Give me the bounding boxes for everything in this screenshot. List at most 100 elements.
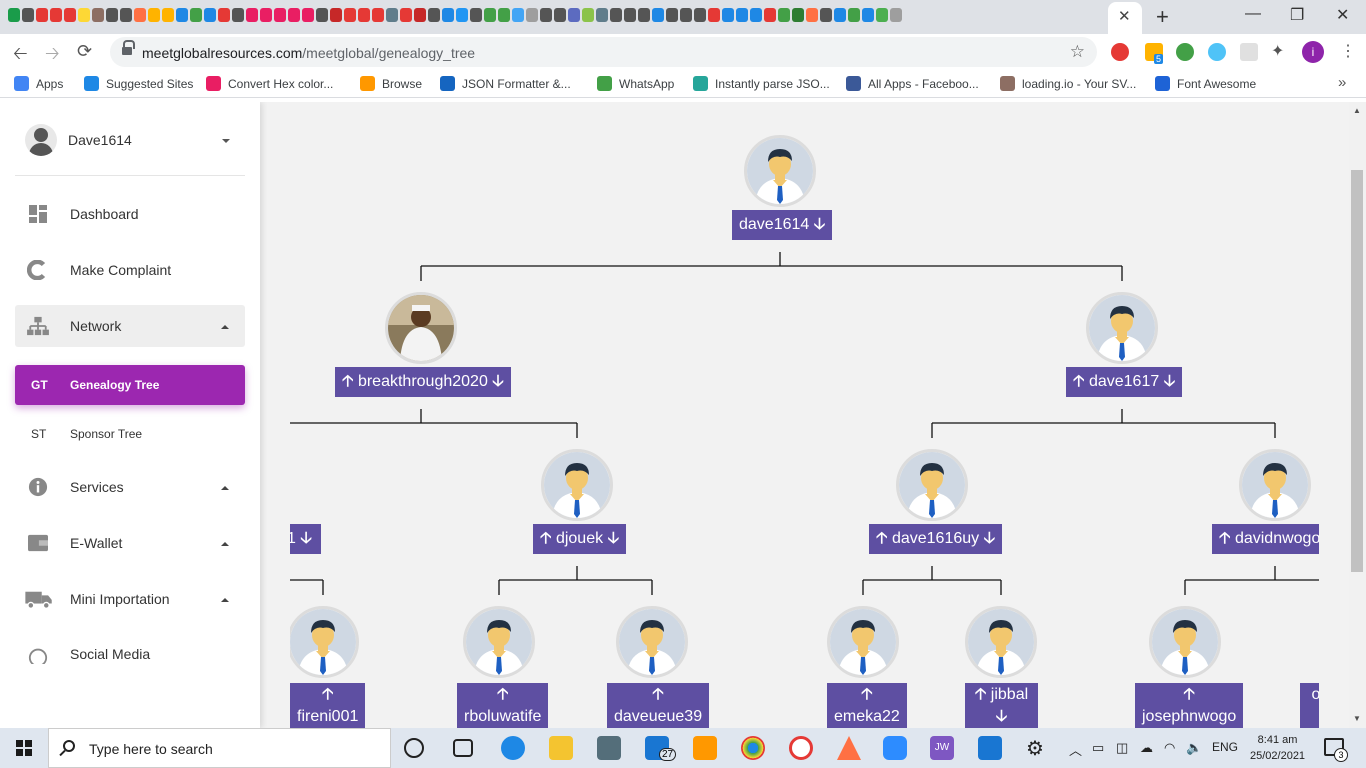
url-text[interactable]: meetglobalresources.com/meetglobal/genea… bbox=[142, 45, 475, 61]
member-node-label[interactable]: 🡡 rboluwatife bbox=[457, 683, 549, 728]
tab-favicon[interactable] bbox=[36, 8, 48, 22]
member-avatar[interactable] bbox=[896, 449, 968, 521]
bookmark-item[interactable]: Apps bbox=[14, 76, 63, 91]
member-node-label[interactable]: 🡡 davidnwogo bbox=[1212, 524, 1319, 554]
member-node-label[interactable]: 🡡 josephnwogo bbox=[1135, 683, 1244, 728]
arrow-up-icon[interactable]: 🡡 bbox=[652, 686, 664, 703]
tab-favicon[interactable] bbox=[8, 8, 20, 22]
tab-favicon[interactable] bbox=[582, 8, 594, 22]
tab-favicon[interactable] bbox=[666, 8, 678, 22]
member-avatar[interactable] bbox=[616, 606, 688, 678]
bookmark-item[interactable]: WhatsApp bbox=[597, 76, 674, 91]
tab-favicon[interactable] bbox=[120, 8, 132, 22]
tab-favicon[interactable] bbox=[22, 8, 34, 22]
member-node-label[interactable]: 🡡 daveueue39 bbox=[607, 683, 710, 728]
member-node-label[interactable]: 🡡 breakthrough2020 🡣 bbox=[335, 367, 511, 397]
arrow-up-icon[interactable]: 🡡 bbox=[1219, 530, 1231, 547]
arrow-down-icon[interactable]: 🡣 bbox=[984, 530, 996, 547]
new-tab-button[interactable]: + bbox=[1156, 4, 1169, 30]
tab-favicon[interactable] bbox=[442, 8, 454, 22]
bookmark-item[interactable]: Browse bbox=[360, 76, 422, 91]
tab-favicon[interactable] bbox=[624, 8, 636, 22]
tab-favicon[interactable] bbox=[316, 8, 328, 22]
member-avatar[interactable] bbox=[1239, 449, 1311, 521]
battery-icon[interactable]: ▭ bbox=[1092, 740, 1104, 756]
sidebar-item-network[interactable]: Network bbox=[15, 305, 245, 347]
chevron-up-icon[interactable]: ︿ bbox=[1069, 740, 1082, 759]
onedrive-icon[interactable]: ☁ bbox=[1140, 740, 1153, 756]
tab-favicon[interactable] bbox=[694, 8, 706, 22]
arrow-down-icon[interactable]: 🡣 bbox=[996, 708, 1008, 725]
arrow-down-icon[interactable]: 🡣 bbox=[608, 530, 620, 547]
tab-favicon[interactable] bbox=[764, 8, 776, 22]
sidebar-item-services[interactable]: Services bbox=[15, 466, 245, 508]
arrow-down-icon[interactable]: 🡣 bbox=[1164, 373, 1176, 390]
file-explorer-icon[interactable] bbox=[549, 736, 573, 760]
sidebar-item-e-wallet[interactable]: E-Wallet bbox=[15, 522, 245, 564]
language-indicator[interactable]: ENG bbox=[1212, 740, 1238, 754]
tab-favicon[interactable] bbox=[708, 8, 720, 22]
sidebar-item-mini-importation[interactable]: Mini Importation bbox=[15, 578, 245, 620]
member-avatar[interactable] bbox=[541, 449, 613, 521]
member-avatar[interactable] bbox=[1086, 292, 1158, 364]
wps-icon[interactable] bbox=[978, 736, 1002, 760]
tab-favicon[interactable] bbox=[386, 8, 398, 22]
bookmark-item[interactable]: loading.io - Your SV... bbox=[1000, 76, 1136, 91]
tab-favicon[interactable] bbox=[862, 8, 874, 22]
scroll-up-icon[interactable]: ▲ bbox=[1353, 106, 1361, 115]
member-node-label[interactable]: 🡡 fireni001 bbox=[290, 683, 366, 728]
tab-favicon[interactable] bbox=[50, 8, 62, 22]
tab-favicon[interactable] bbox=[64, 8, 76, 22]
tab-favicon[interactable] bbox=[456, 8, 468, 22]
bookmark-item[interactable]: Instantly parse JSO... bbox=[693, 76, 830, 91]
arrow-up-icon[interactable]: 🡡 bbox=[861, 686, 873, 703]
member-node-label[interactable]: 🡡 djouek 🡣 bbox=[533, 524, 627, 554]
tab-favicon[interactable] bbox=[246, 8, 258, 22]
tab-favicon[interactable] bbox=[302, 8, 314, 22]
tab-favicon[interactable] bbox=[736, 8, 748, 22]
sidebar-subitem-sponsor-tree[interactable]: ST Sponsor Tree bbox=[15, 414, 245, 454]
tab-favicon[interactable] bbox=[792, 8, 804, 22]
tab-favicon[interactable] bbox=[610, 8, 622, 22]
sidebar-item-social-media[interactable]: Social Media bbox=[15, 634, 245, 664]
tab-favicon[interactable] bbox=[260, 8, 272, 22]
tab-favicon[interactable] bbox=[92, 8, 104, 22]
edge-icon[interactable] bbox=[501, 736, 525, 760]
tab-favicon[interactable] bbox=[330, 8, 342, 22]
tab-favicon[interactable] bbox=[778, 8, 790, 22]
extensions-puzzle-icon[interactable]: ✦ bbox=[1271, 41, 1284, 61]
vlc-icon[interactable] bbox=[837, 736, 861, 760]
arrow-up-icon[interactable]: 🡡 bbox=[540, 530, 552, 547]
member-node-label[interactable]: 🡡 jibbal 🡣 bbox=[965, 683, 1038, 728]
member-avatar[interactable] bbox=[965, 606, 1037, 678]
tab-favicon[interactable] bbox=[820, 8, 832, 22]
chevron-down-icon[interactable] bbox=[222, 139, 230, 143]
arrow-up-icon[interactable]: 🡡 bbox=[322, 686, 334, 703]
media-player-icon[interactable] bbox=[789, 736, 813, 760]
extension-icon[interactable] bbox=[1240, 43, 1258, 61]
meet-now-icon[interactable]: ◫ bbox=[1116, 740, 1128, 756]
tab-favicon[interactable] bbox=[106, 8, 118, 22]
volume-icon[interactable]: 🔈 bbox=[1186, 740, 1202, 756]
reload-icon[interactable]: ⟳ bbox=[77, 41, 92, 62]
bookmark-star-icon[interactable]: ☆ bbox=[1070, 42, 1085, 62]
tab-favicon[interactable] bbox=[414, 8, 426, 22]
taskbar-search[interactable]: Type here to search bbox=[48, 728, 391, 768]
user-menu[interactable]: Dave1614 bbox=[15, 120, 245, 176]
scrollbar-thumb[interactable] bbox=[1351, 170, 1363, 572]
bookmark-item[interactable]: Suggested Sites bbox=[84, 76, 193, 91]
tab-favicon[interactable] bbox=[232, 8, 244, 22]
member-node-label[interactable]: 🡡 dave1617 🡣 bbox=[1066, 367, 1183, 397]
member-avatar[interactable] bbox=[385, 292, 457, 364]
back-icon[interactable]: 🡠 bbox=[13, 41, 28, 71]
tab-favicon[interactable] bbox=[218, 8, 230, 22]
chrome-icon[interactable] bbox=[741, 736, 765, 760]
tab-favicon[interactable] bbox=[554, 8, 566, 22]
tab-favicon[interactable] bbox=[288, 8, 300, 22]
clock[interactable]: 8:41 am 25/02/2021 bbox=[1250, 732, 1305, 764]
minimize-button[interactable]: — bbox=[1245, 5, 1261, 23]
tab-favicon[interactable] bbox=[876, 8, 888, 22]
sublime-icon[interactable] bbox=[693, 736, 717, 760]
tab-favicon[interactable] bbox=[890, 8, 902, 22]
tab-favicon[interactable] bbox=[400, 8, 412, 22]
